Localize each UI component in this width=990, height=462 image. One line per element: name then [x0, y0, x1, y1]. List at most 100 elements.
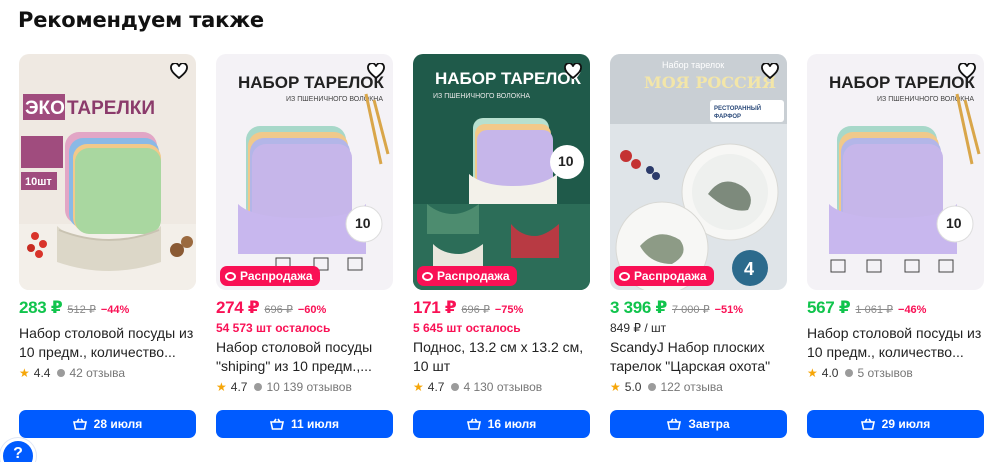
- product-photo-porcelain-plates: Набор тарелок МОЯ РОССИЯ РЕСТОРАННЫЙ ФАР…: [610, 54, 787, 290]
- reviews-icon: [254, 383, 263, 391]
- star-icon: ★: [413, 380, 424, 394]
- discount-badge: −75%: [494, 304, 524, 316]
- favorite-heart-icon[interactable]: [365, 60, 387, 82]
- svg-text:МОЯ РОССИЯ: МОЯ РОССИЯ: [644, 73, 776, 92]
- sale-ring-icon: [619, 271, 630, 281]
- discount-badge: −46%: [898, 304, 927, 316]
- price-row: 171 ₽ 696 ₽ −75%: [413, 298, 590, 318]
- cart-icon: [860, 418, 875, 430]
- price-row: 283 ₽ 512 ₽ −44%: [19, 298, 196, 318]
- svg-text:ИЗ ПШЕНИЧНОГО ВОЛОКНА: ИЗ ПШЕНИЧНОГО ВОЛОКНА: [433, 93, 530, 100]
- reviews-count[interactable]: 122 отзыва: [660, 380, 722, 394]
- discount-badge: −51%: [714, 304, 744, 316]
- svg-text:10: 10: [558, 153, 574, 169]
- rating-value: 4.0: [821, 366, 839, 380]
- product-name[interactable]: Набор столовой посуды из 10 предм., коли…: [807, 324, 984, 362]
- price-row: 567 ₽ 1 061 ₽ −46%: [807, 298, 984, 318]
- svg-text:РЕСТОРАННЫЙ: РЕСТОРАННЫЙ: [714, 104, 761, 112]
- reviews-count[interactable]: 10 139 отзывов: [266, 380, 351, 394]
- product-photo-eco-plates: ЭКО ТАРЕЛКИ 10шт: [19, 54, 196, 290]
- section-title: Рекомендуем также: [18, 8, 264, 32]
- add-to-cart-button[interactable]: 29 июля: [807, 410, 984, 438]
- product-name[interactable]: Набор столовой посуды "shiping" из 10 пр…: [216, 338, 393, 376]
- product-image[interactable]: ЭКО ТАРЕЛКИ 10шт: [19, 54, 196, 290]
- svg-text:10шт: 10шт: [25, 176, 52, 188]
- product-image[interactable]: НАБОР ТАРЕЛОК ИЗ ПШЕНИЧНОГО ВОЛОКНА 10 Р…: [413, 54, 590, 290]
- product-carousel: ЭКО ТАРЕЛКИ 10шт 283 ₽ 512 ₽ −44% Набор …: [19, 54, 984, 440]
- product-image[interactable]: Набор тарелок МОЯ РОССИЯ РЕСТОРАННЫЙ ФАР…: [610, 54, 787, 290]
- star-icon: ★: [19, 366, 30, 380]
- price-row: 3 396 ₽ 7 000 ₽ −51%: [610, 298, 787, 318]
- sale-badge: Распродажа: [417, 266, 517, 286]
- old-price: 512 ₽: [67, 304, 96, 316]
- svg-text:НАБОР ТАРЕЛОК: НАБОР ТАРЕЛОК: [829, 73, 975, 92]
- delivery-date: Завтра: [688, 417, 730, 431]
- old-price: 696 ₽: [461, 304, 490, 316]
- favorite-heart-icon[interactable]: [562, 60, 584, 82]
- discount-badge: −60%: [297, 304, 327, 316]
- sale-badge: Распродажа: [614, 266, 714, 286]
- reviews-icon: [451, 383, 460, 391]
- reviews-icon: [57, 369, 66, 377]
- svg-text:ТАРЕЛКИ: ТАРЕЛКИ: [67, 98, 155, 119]
- rating: ★ 4.7 4 130 отзывов: [413, 380, 590, 394]
- delivery-date: 29 июля: [881, 417, 931, 431]
- product-card[interactable]: НАБОР ТАРЕЛОК ИЗ ПШЕНИЧНОГО ВОЛОКНА 10 5…: [807, 54, 984, 440]
- favorite-heart-icon[interactable]: [168, 60, 190, 82]
- sale-badge: Распродажа: [220, 266, 320, 286]
- star-icon: ★: [610, 380, 621, 394]
- help-button[interactable]: ?: [0, 438, 36, 462]
- star-icon: ★: [216, 380, 227, 394]
- help-question-icon: ?: [13, 445, 23, 462]
- cart-icon: [270, 418, 284, 430]
- svg-text:4: 4: [744, 259, 754, 279]
- add-to-cart-button[interactable]: 11 июля: [216, 410, 393, 438]
- current-price: 567 ₽: [807, 298, 851, 317]
- product-name[interactable]: Поднос, 13.2 см х 13.2 см, 10 шт: [413, 338, 590, 376]
- reviews-count[interactable]: 42 отзыва: [69, 366, 125, 380]
- rating: ★ 4.0 5 отзывов: [807, 366, 984, 380]
- rating-value: 4.4: [33, 366, 51, 380]
- product-name[interactable]: ScandyJ Набор плоских тарелок "Царская о…: [610, 338, 787, 376]
- current-price: 274 ₽: [216, 298, 260, 317]
- old-price: 7 000 ₽: [672, 304, 710, 316]
- current-price: 3 396 ₽: [610, 298, 667, 317]
- favorite-heart-icon[interactable]: [759, 60, 781, 82]
- old-price: 1 061 ₽: [855, 304, 894, 316]
- cart-icon: [72, 418, 87, 430]
- add-to-cart-button[interactable]: 16 июля: [413, 410, 590, 438]
- stock-left: 5 645 шт осталось: [413, 321, 521, 335]
- rating-value: 4.7: [230, 380, 248, 394]
- add-to-cart-button[interactable]: Завтра: [610, 410, 787, 438]
- product-image[interactable]: НАБОР ТАРЕЛОК ИЗ ПШЕНИЧНОГО ВОЛОКНА 10 Р…: [216, 54, 393, 290]
- svg-text:НАБОР ТАРЕЛОК: НАБОР ТАРЕЛОК: [435, 69, 581, 88]
- favorite-heart-icon[interactable]: [956, 60, 978, 82]
- svg-text:ЭКО: ЭКО: [25, 98, 65, 119]
- reviews-count[interactable]: 5 отзывов: [857, 366, 912, 380]
- product-card[interactable]: ЭКО ТАРЕЛКИ 10шт 283 ₽ 512 ₽ −44% Набор …: [19, 54, 196, 440]
- svg-text:ФАРФОР: ФАРФОР: [714, 114, 741, 120]
- delivery-date: 28 июля: [93, 417, 143, 431]
- svg-text:НАБОР ТАРЕЛОК: НАБОР ТАРЕЛОК: [238, 73, 384, 92]
- rating: ★ 5.0 122 отзыва: [610, 380, 787, 394]
- current-price: 283 ₽: [19, 298, 63, 317]
- product-name[interactable]: Набор столовой посуды из 10 предм., коли…: [19, 324, 196, 362]
- product-photo-plate-set-lilac-2: НАБОР ТАРЕЛОК ИЗ ПШЕНИЧНОГО ВОЛОКНА 10: [807, 54, 984, 290]
- reviews-icon: [648, 383, 657, 391]
- stock-left: 54 573 шт осталось: [216, 321, 331, 335]
- rating-value: 5.0: [624, 380, 642, 394]
- current-price: 171 ₽: [413, 298, 457, 317]
- product-image[interactable]: НАБОР ТАРЕЛОК ИЗ ПШЕНИЧНОГО ВОЛОКНА 10: [807, 54, 984, 290]
- old-price: 696 ₽: [264, 304, 293, 316]
- product-card[interactable]: Набор тарелок МОЯ РОССИЯ РЕСТОРАННЫЙ ФАР…: [610, 54, 787, 440]
- product-card[interactable]: НАБОР ТАРЕЛОК ИЗ ПШЕНИЧНОГО ВОЛОКНА 10 Р…: [413, 54, 590, 440]
- unit-price: 849 ₽ / шт: [610, 321, 667, 335]
- add-to-cart-button[interactable]: 28 июля: [19, 410, 196, 438]
- cart-icon: [466, 418, 481, 430]
- product-card[interactable]: НАБОР ТАРЕЛОК ИЗ ПШЕНИЧНОГО ВОЛОКНА 10 Р…: [216, 54, 393, 440]
- reviews-count[interactable]: 4 130 отзывов: [463, 380, 542, 394]
- svg-text:10: 10: [355, 215, 371, 231]
- delivery-date: 11 июля: [291, 417, 339, 431]
- product-photo-plate-set-lilac: НАБОР ТАРЕЛОК ИЗ ПШЕНИЧНОГО ВОЛОКНА 10: [216, 54, 393, 290]
- reviews-icon: [845, 369, 854, 377]
